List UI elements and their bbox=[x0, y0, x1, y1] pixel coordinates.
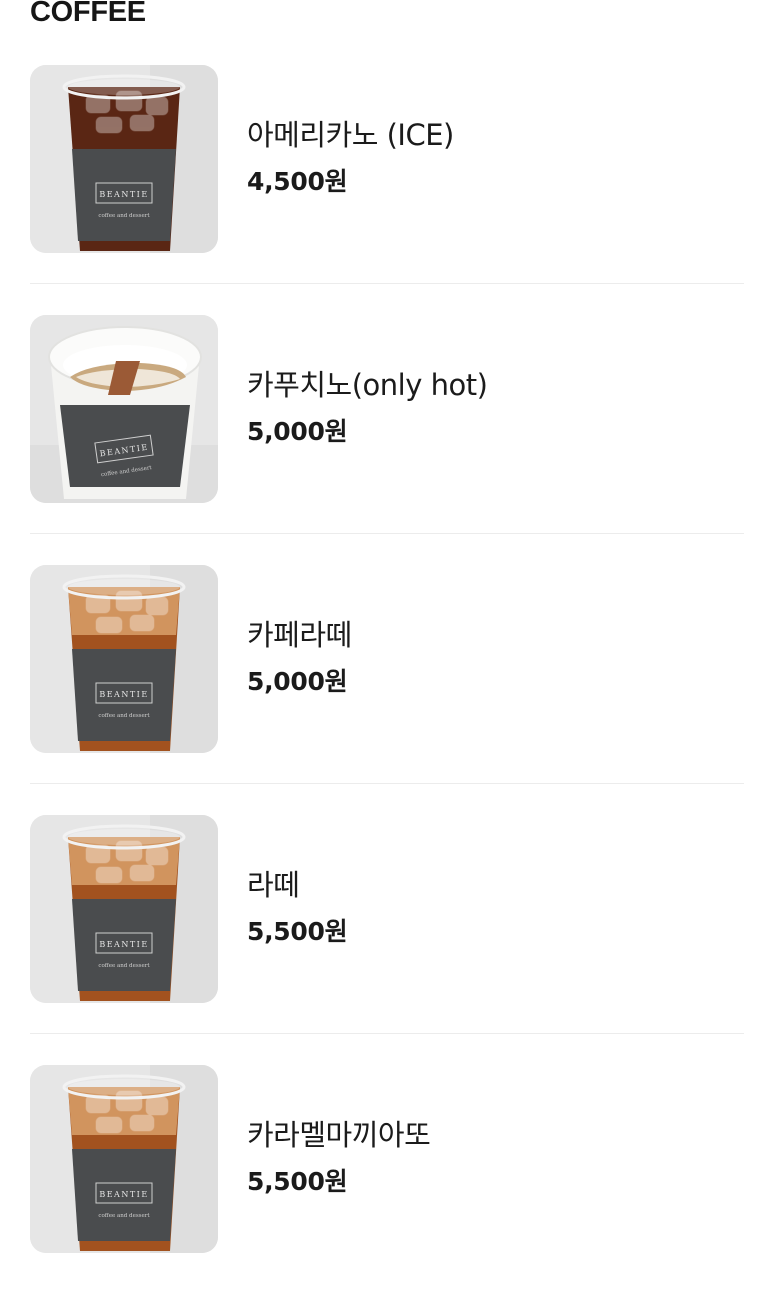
section-title: COFFEE bbox=[30, 0, 146, 28]
svg-text:coffee and dessert: coffee and dessert bbox=[98, 713, 150, 719]
cup-illustration: BEANTIE coffee and dessert bbox=[30, 565, 218, 753]
menu-item-americano[interactable]: BEANTIE coffee and dessert 아메리카노 (ICE) 4,… bbox=[30, 65, 744, 315]
divider bbox=[30, 1033, 744, 1034]
menu-item-latte[interactable]: BEANTIE coffee and dessert 라떼 5,500원 bbox=[30, 815, 744, 1065]
product-photo: BEANTIE coffee and dessert bbox=[30, 815, 218, 1003]
product-name: 라떼 bbox=[247, 868, 300, 902]
product-name: 카페라떼 bbox=[247, 618, 352, 652]
product-price: 4,500원 bbox=[247, 167, 348, 196]
cup-illustration: BEANTIEcoffee and dessert bbox=[30, 315, 218, 503]
product-photo: BEANTIE coffee and dessert bbox=[30, 315, 218, 503]
cup-illustration: BEANTIE coffee and dessert bbox=[30, 65, 218, 253]
product-price: 5,000원 bbox=[247, 667, 348, 696]
menu-item-caramel-macchiato[interactable]: BEANTIE coffee and dessert 카라멜마끼아또 5,500원 bbox=[30, 1065, 744, 1315]
product-photo: BEANTIE coffee and dessert bbox=[30, 65, 218, 253]
divider bbox=[30, 783, 744, 784]
svg-text:coffee and dessert: coffee and dessert bbox=[98, 213, 150, 219]
cup-illustration: BEANTIE coffee and dessert bbox=[30, 815, 218, 1003]
product-photo: BEANTIE coffee and dessert bbox=[30, 565, 218, 753]
product-photo: BEANTIE coffee and dessert bbox=[30, 1065, 218, 1253]
menu-item-cappuccino[interactable]: BEANTIE coffee and dessert 카푸치노(only hot)… bbox=[30, 315, 744, 565]
svg-text:BEANTIE: BEANTIE bbox=[99, 690, 148, 699]
svg-text:BEANTIE: BEANTIE bbox=[99, 190, 148, 199]
product-price: 5,000원 bbox=[247, 417, 348, 446]
product-name: 아메리카노 (ICE) bbox=[247, 118, 454, 152]
cup-illustration: BEANTIE coffee and dessert bbox=[30, 1065, 218, 1253]
divider bbox=[30, 283, 744, 284]
svg-text:coffee and dessert: coffee and dessert bbox=[98, 963, 150, 969]
divider bbox=[30, 533, 744, 534]
svg-text:coffee and dessert: coffee and dessert bbox=[98, 1213, 150, 1219]
svg-text:BEANTIE: BEANTIE bbox=[99, 940, 148, 949]
product-name: 카푸치노(only hot) bbox=[247, 368, 488, 402]
product-name: 카라멜마끼아또 bbox=[247, 1118, 431, 1152]
product-price: 5,500원 bbox=[247, 1167, 348, 1196]
svg-text:BEANTIE: BEANTIE bbox=[99, 1190, 148, 1199]
product-price: 5,500원 bbox=[247, 917, 348, 946]
menu-item-cafe-latte[interactable]: BEANTIE coffee and dessert 카페라떼 5,000원 bbox=[30, 565, 744, 815]
